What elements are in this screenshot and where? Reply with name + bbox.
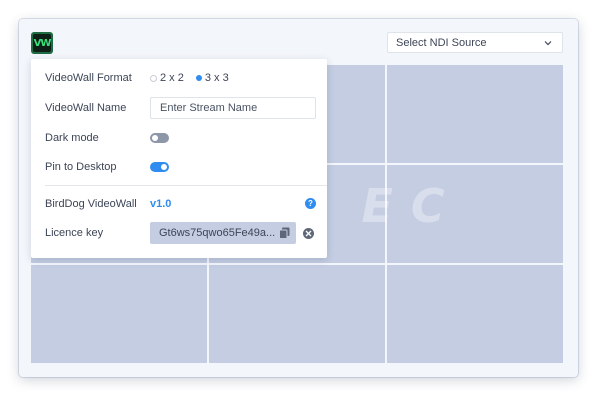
product-row: BirdDog VideoWall v1.0: [45, 198, 171, 210]
video-tile[interactable]: [387, 265, 563, 363]
help-icon[interactable]: ?: [305, 198, 316, 209]
pin-label: Pin to Desktop: [45, 161, 117, 173]
dark-mode-label: Dark mode: [45, 132, 99, 144]
version-text: v1.0: [150, 198, 172, 210]
videowall-logo-icon: VW: [31, 32, 53, 54]
stream-name-input[interactable]: [150, 97, 316, 119]
chevron-down-icon: [544, 41, 552, 46]
video-tile[interactable]: [31, 265, 207, 363]
video-tile[interactable]: [209, 265, 385, 363]
format-row: VideoWall Format 2 x 2 3 x 3: [45, 72, 241, 84]
logo-text: VW: [33, 34, 51, 52]
format-radio-group: 2 x 2 3 x 3: [150, 72, 241, 84]
name-label: VideoWall Name: [45, 102, 127, 114]
radio-selected-icon: [195, 75, 202, 81]
product-label: BirdDog VideoWall: [45, 198, 137, 210]
dark-mode-toggle[interactable]: [150, 133, 169, 143]
divider: [45, 185, 327, 186]
toggle-knob: [152, 135, 158, 141]
copy-icon[interactable]: [279, 227, 290, 239]
format-option-3x3[interactable]: 3 x 3: [195, 72, 229, 84]
close-icon: [305, 230, 312, 237]
pin-row: Pin to Desktop: [45, 161, 169, 173]
format-option-label: 2 x 2: [160, 72, 184, 84]
licence-key-field[interactable]: Gt6ws75qwo65Fe49a...: [150, 222, 296, 244]
licence-row: Licence key Gt6ws75qwo65Fe49a...: [45, 222, 296, 244]
format-option-label: 3 x 3: [204, 72, 229, 84]
video-tile[interactable]: [387, 65, 563, 163]
ndi-source-select[interactable]: Select NDI Source: [387, 32, 563, 53]
licence-label: Licence key: [45, 227, 104, 239]
format-label: VideoWall Format: [45, 72, 132, 84]
radio-unselected-icon: [150, 74, 157, 82]
format-option-2x2[interactable]: 2 x 2: [150, 72, 184, 84]
name-row: VideoWall Name: [45, 97, 316, 119]
video-tile[interactable]: [387, 165, 563, 263]
dark-mode-row: Dark mode: [45, 132, 169, 144]
settings-panel: VideoWall Format 2 x 2 3 x 3 VideoWall N…: [31, 59, 327, 258]
pin-to-desktop-toggle[interactable]: [150, 162, 169, 172]
clear-icon[interactable]: [303, 228, 314, 239]
toggle-knob: [161, 164, 167, 170]
licence-key-value: Gt6ws75qwo65Fe49a...: [159, 227, 276, 239]
ndi-source-placeholder: Select NDI Source: [396, 36, 487, 49]
